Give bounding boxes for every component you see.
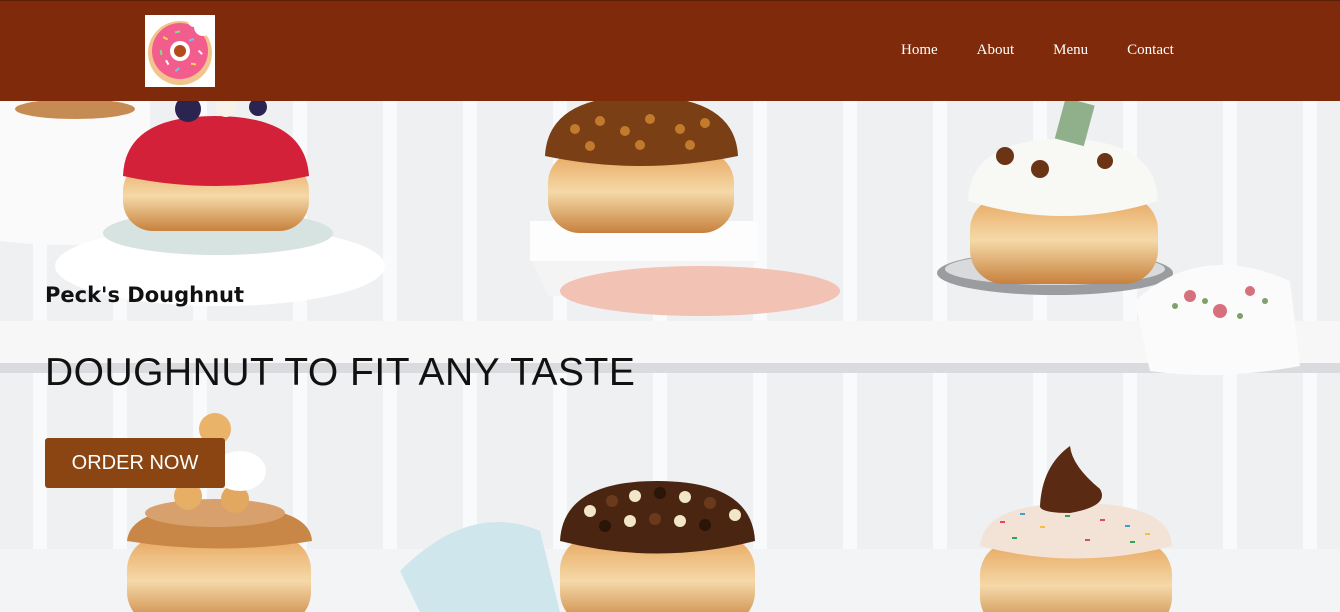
top-navbar: Home About Menu Contact — [0, 0, 1340, 101]
hero-section: Peck's Doughnut DOUGHNUT TO FIT ANY TAST… — [0, 101, 1340, 612]
order-now-button[interactable]: ORDER NOW — [45, 438, 225, 488]
logo-link[interactable] — [145, 15, 215, 87]
doughnut-logo-icon — [148, 15, 212, 85]
nav-about-link[interactable]: About — [977, 42, 1015, 59]
hero-headline: DOUGHNUT TO FIT ANY TASTE — [45, 351, 636, 394]
nav-home-link[interactable]: Home — [901, 42, 938, 59]
brand-name: Peck's Doughnut — [45, 283, 245, 307]
nav-links: Home About Menu Contact — [901, 42, 1213, 59]
nav-menu-link[interactable]: Menu — [1053, 42, 1088, 59]
nav-contact-link[interactable]: Contact — [1127, 42, 1174, 59]
